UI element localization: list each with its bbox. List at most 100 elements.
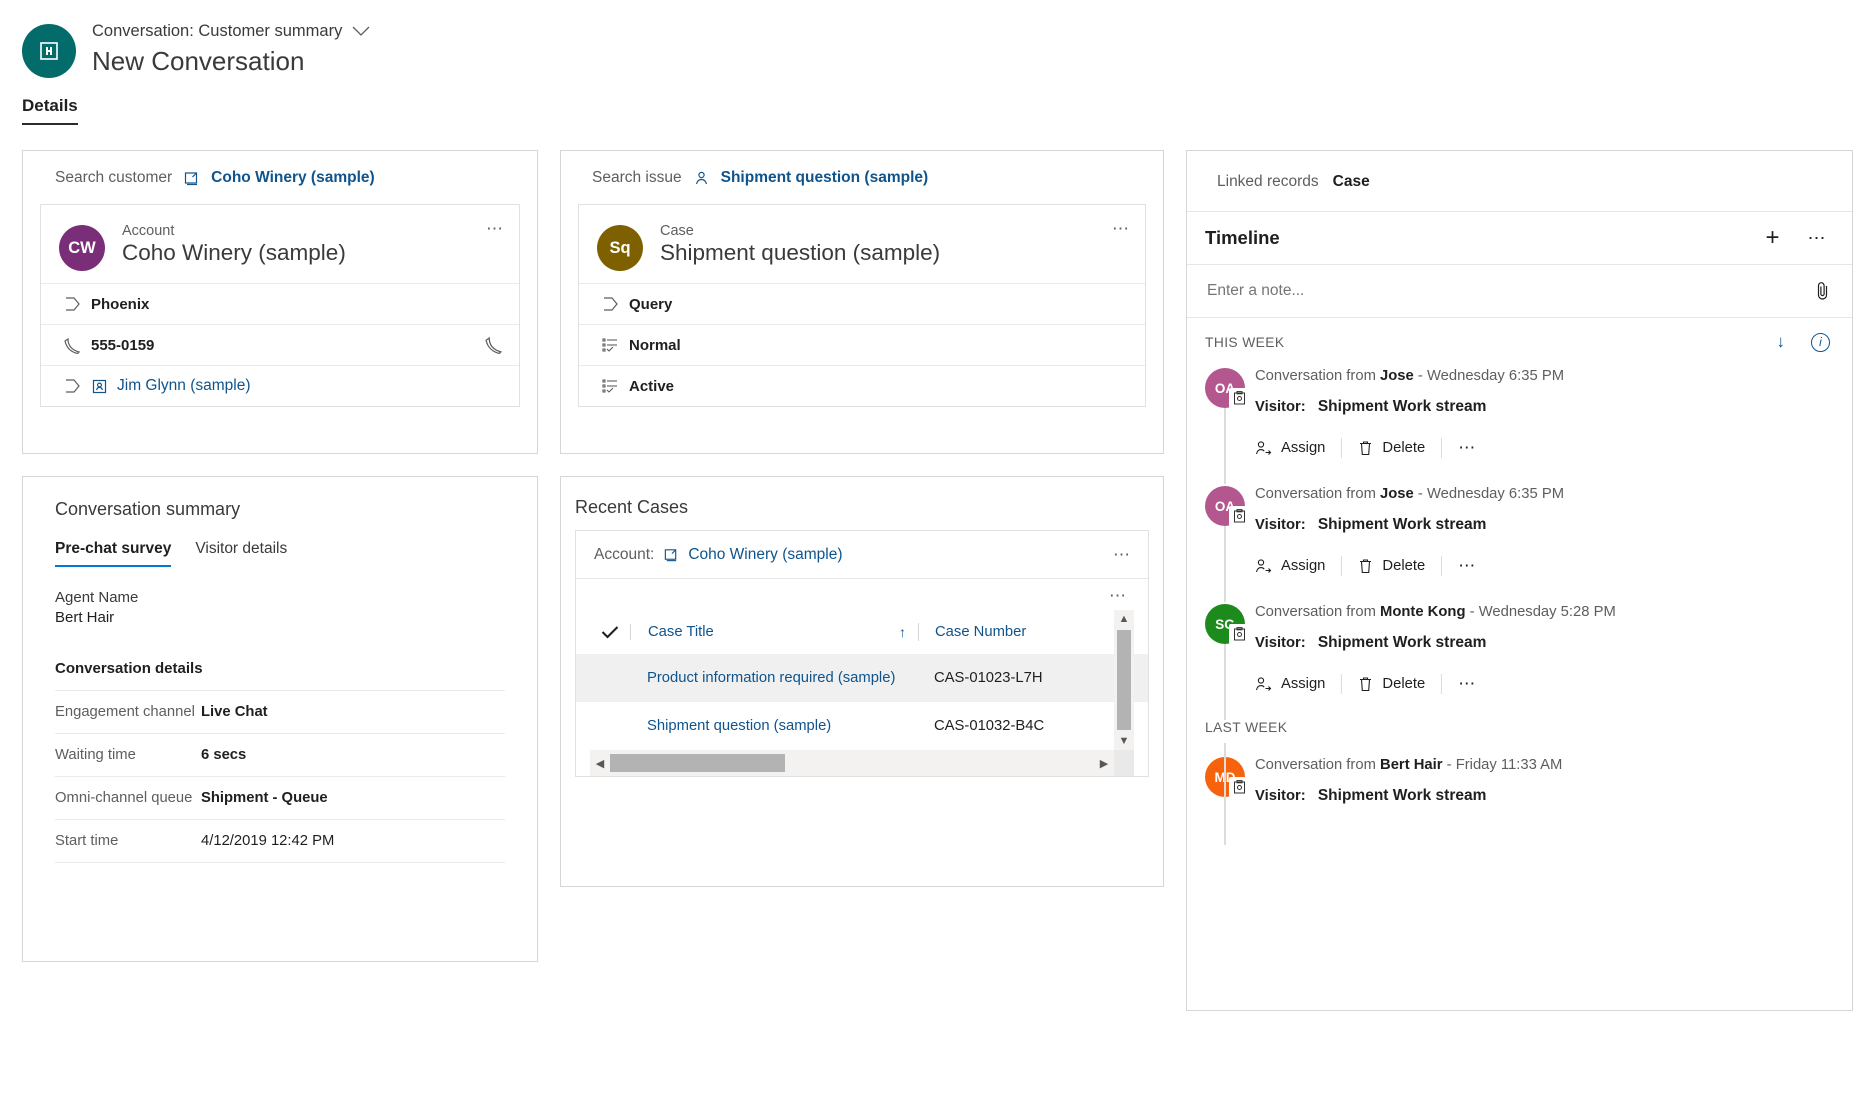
assign-label: Assign: [1281, 440, 1325, 456]
conversation-record-icon: [1229, 506, 1249, 526]
customer-contact-link[interactable]: Jim Glynn (sample): [117, 377, 251, 395]
checkmark-icon[interactable]: [590, 625, 630, 639]
timeline-item-heading: Conversation from Jose - Wednesday 6:35 …: [1255, 486, 1832, 502]
more-options-icon[interactable]: ⋯: [1808, 228, 1829, 249]
account-entity-icon: [183, 170, 200, 187]
column-left: Search customer Coho Winery (sample) CW …: [22, 150, 538, 962]
divider: [1441, 674, 1442, 694]
more-options-icon[interactable]: ⋯: [1458, 438, 1478, 458]
delete-button[interactable]: Delete: [1358, 558, 1441, 574]
trash-icon: [1358, 440, 1373, 456]
timeline-avatar-wrap: SG: [1205, 604, 1255, 714]
visitor-value: Shipment Work stream: [1318, 787, 1487, 804]
breadcrumb-label: Conversation: Customer summary: [92, 22, 342, 41]
table-row[interactable]: Shipment question (sample) CAS-01032-B4C: [576, 702, 1148, 750]
tab-pre-chat-survey[interactable]: Pre-chat survey: [55, 540, 171, 567]
issue-status-value: Active: [629, 378, 674, 395]
scroll-left-icon[interactable]: ◀: [590, 757, 610, 770]
customer-field-city: Phoenix: [41, 283, 519, 324]
scroll-up-icon[interactable]: ▲: [1119, 610, 1130, 628]
call-icon[interactable]: [485, 336, 503, 354]
paperclip-icon[interactable]: [1816, 281, 1830, 301]
delete-button[interactable]: Delete: [1358, 440, 1441, 456]
timeline-rail: [1224, 526, 1226, 602]
timeline-item-dash: -: [1418, 368, 1423, 384]
breadcrumb[interactable]: Conversation: Customer summary: [92, 22, 370, 41]
scroll-right-icon[interactable]: ▶: [1094, 757, 1114, 770]
detail-value: Live Chat: [201, 704, 268, 720]
customer-field-phone: 555-0159: [41, 324, 519, 365]
timeline-rail: [1224, 644, 1226, 720]
more-options-icon[interactable]: ⋯: [1113, 545, 1132, 565]
grid-header-row: Case Title ↑ Case Number: [576, 610, 1148, 654]
timeline-item-commands: Assign Delete ⋯: [1255, 438, 1832, 478]
assign-button[interactable]: Assign: [1255, 558, 1341, 574]
conversation-app-icon: [22, 24, 76, 78]
more-options-icon[interactable]: ⋯: [1112, 219, 1131, 239]
more-options-icon[interactable]: ⋯: [486, 219, 505, 239]
detail-key: Waiting time: [55, 747, 201, 763]
list-icon: [591, 379, 629, 394]
more-options-icon[interactable]: ⋯: [1109, 586, 1128, 606]
tab-details[interactable]: Details: [22, 96, 78, 125]
issue-card-header: Sq Case Shipment question (sample) ⋯: [579, 205, 1145, 283]
list-item[interactable]: OA Conversation from Jose - Wednesday 6:…: [1187, 360, 1852, 478]
more-options-icon[interactable]: ⋯: [1458, 556, 1478, 576]
timeline-item-dash: -: [1447, 757, 1452, 773]
sort-ascending-icon: ↑: [899, 624, 906, 640]
tab-visitor-details[interactable]: Visitor details: [195, 540, 287, 567]
note-input[interactable]: [1205, 281, 1816, 301]
list-icon: [591, 338, 629, 353]
issue-field-priority: Normal: [579, 324, 1145, 365]
linked-records-value[interactable]: Case: [1333, 173, 1370, 191]
timeline-header: Timeline + ⋯: [1187, 211, 1852, 264]
list-item[interactable]: SG Conversation from Monte Kong - Wednes…: [1187, 596, 1852, 714]
timeline-item-time: Wednesday 6:35 PM: [1427, 486, 1564, 502]
tabbar: Details: [0, 96, 1875, 138]
grid-horizontal-scrollbar[interactable]: ◀ ▶: [590, 750, 1114, 776]
table-row: Waiting time 6 secs: [55, 733, 505, 776]
customer-link[interactable]: Coho Winery (sample): [211, 169, 375, 187]
avatar-initials: Sq: [609, 239, 630, 258]
cell-case-title[interactable]: Product information required (sample): [630, 670, 918, 686]
list-item[interactable]: MD Conversation from Bert Hair - Friday …: [1187, 743, 1852, 805]
issue-card-titles: Case Shipment question (sample): [660, 223, 940, 266]
table-row: Engagement channel Live Chat: [55, 690, 505, 733]
detail-key: Start time: [55, 833, 201, 849]
timeline-item-body: Conversation from Monte Kong - Wednesday…: [1255, 604, 1852, 714]
account-entity-icon: [663, 547, 679, 563]
tag-icon: [53, 379, 91, 393]
timeline-item-heading: Conversation from Monte Kong - Wednesday…: [1255, 604, 1832, 620]
conversation-summary-title: Conversation summary: [23, 477, 537, 520]
sort-descending-icon[interactable]: ↓: [1777, 332, 1786, 352]
recent-cases-account-link[interactable]: Coho Winery (sample): [688, 546, 842, 564]
plus-icon[interactable]: +: [1765, 226, 1779, 250]
recent-cases-account-row: Account: Coho Winery (sample) ⋯: [576, 531, 1148, 578]
chevron-down-icon[interactable]: [352, 26, 370, 37]
grid-vertical-scrollbar[interactable]: ▲ ▼: [1114, 610, 1134, 750]
timeline-item-visitor: Visitor: Shipment Work stream: [1255, 634, 1832, 652]
vertical-scroll-thumb[interactable]: [1117, 630, 1131, 730]
horizontal-scroll-thumb[interactable]: [610, 754, 785, 772]
assign-button[interactable]: Assign: [1255, 440, 1341, 456]
tag-icon: [591, 297, 629, 311]
assign-button[interactable]: Assign: [1255, 676, 1341, 692]
grid-column-case-title[interactable]: Case Title ↑: [630, 624, 918, 640]
detail-value: 6 secs: [201, 747, 246, 763]
list-item[interactable]: OA Conversation from Jose - Wednesday 6:…: [1187, 478, 1852, 596]
table-row[interactable]: Product information required (sample) CA…: [576, 654, 1148, 702]
timeline-item-prefix: Conversation from: [1255, 368, 1376, 384]
cell-case-title[interactable]: Shipment question (sample): [630, 718, 918, 734]
column-right: Linked records Case Timeline + ⋯ THIS WE…: [1186, 150, 1853, 1011]
column-middle: Search issue Shipment question (sample) …: [560, 150, 1164, 887]
horizontal-scroll-track[interactable]: [610, 750, 1094, 776]
visitor-label: Visitor:: [1255, 635, 1306, 651]
info-icon[interactable]: i: [1811, 333, 1830, 352]
delete-button[interactable]: Delete: [1358, 676, 1441, 692]
timeline-item-body: Conversation from Jose - Wednesday 6:35 …: [1255, 486, 1852, 596]
more-options-icon[interactable]: ⋯: [1458, 674, 1478, 694]
issue-link[interactable]: Shipment question (sample): [721, 169, 929, 187]
search-issue-label: Search issue: [592, 169, 682, 187]
scroll-down-icon[interactable]: ▼: [1119, 732, 1130, 750]
recent-cases-account-label: Account:: [594, 546, 654, 564]
